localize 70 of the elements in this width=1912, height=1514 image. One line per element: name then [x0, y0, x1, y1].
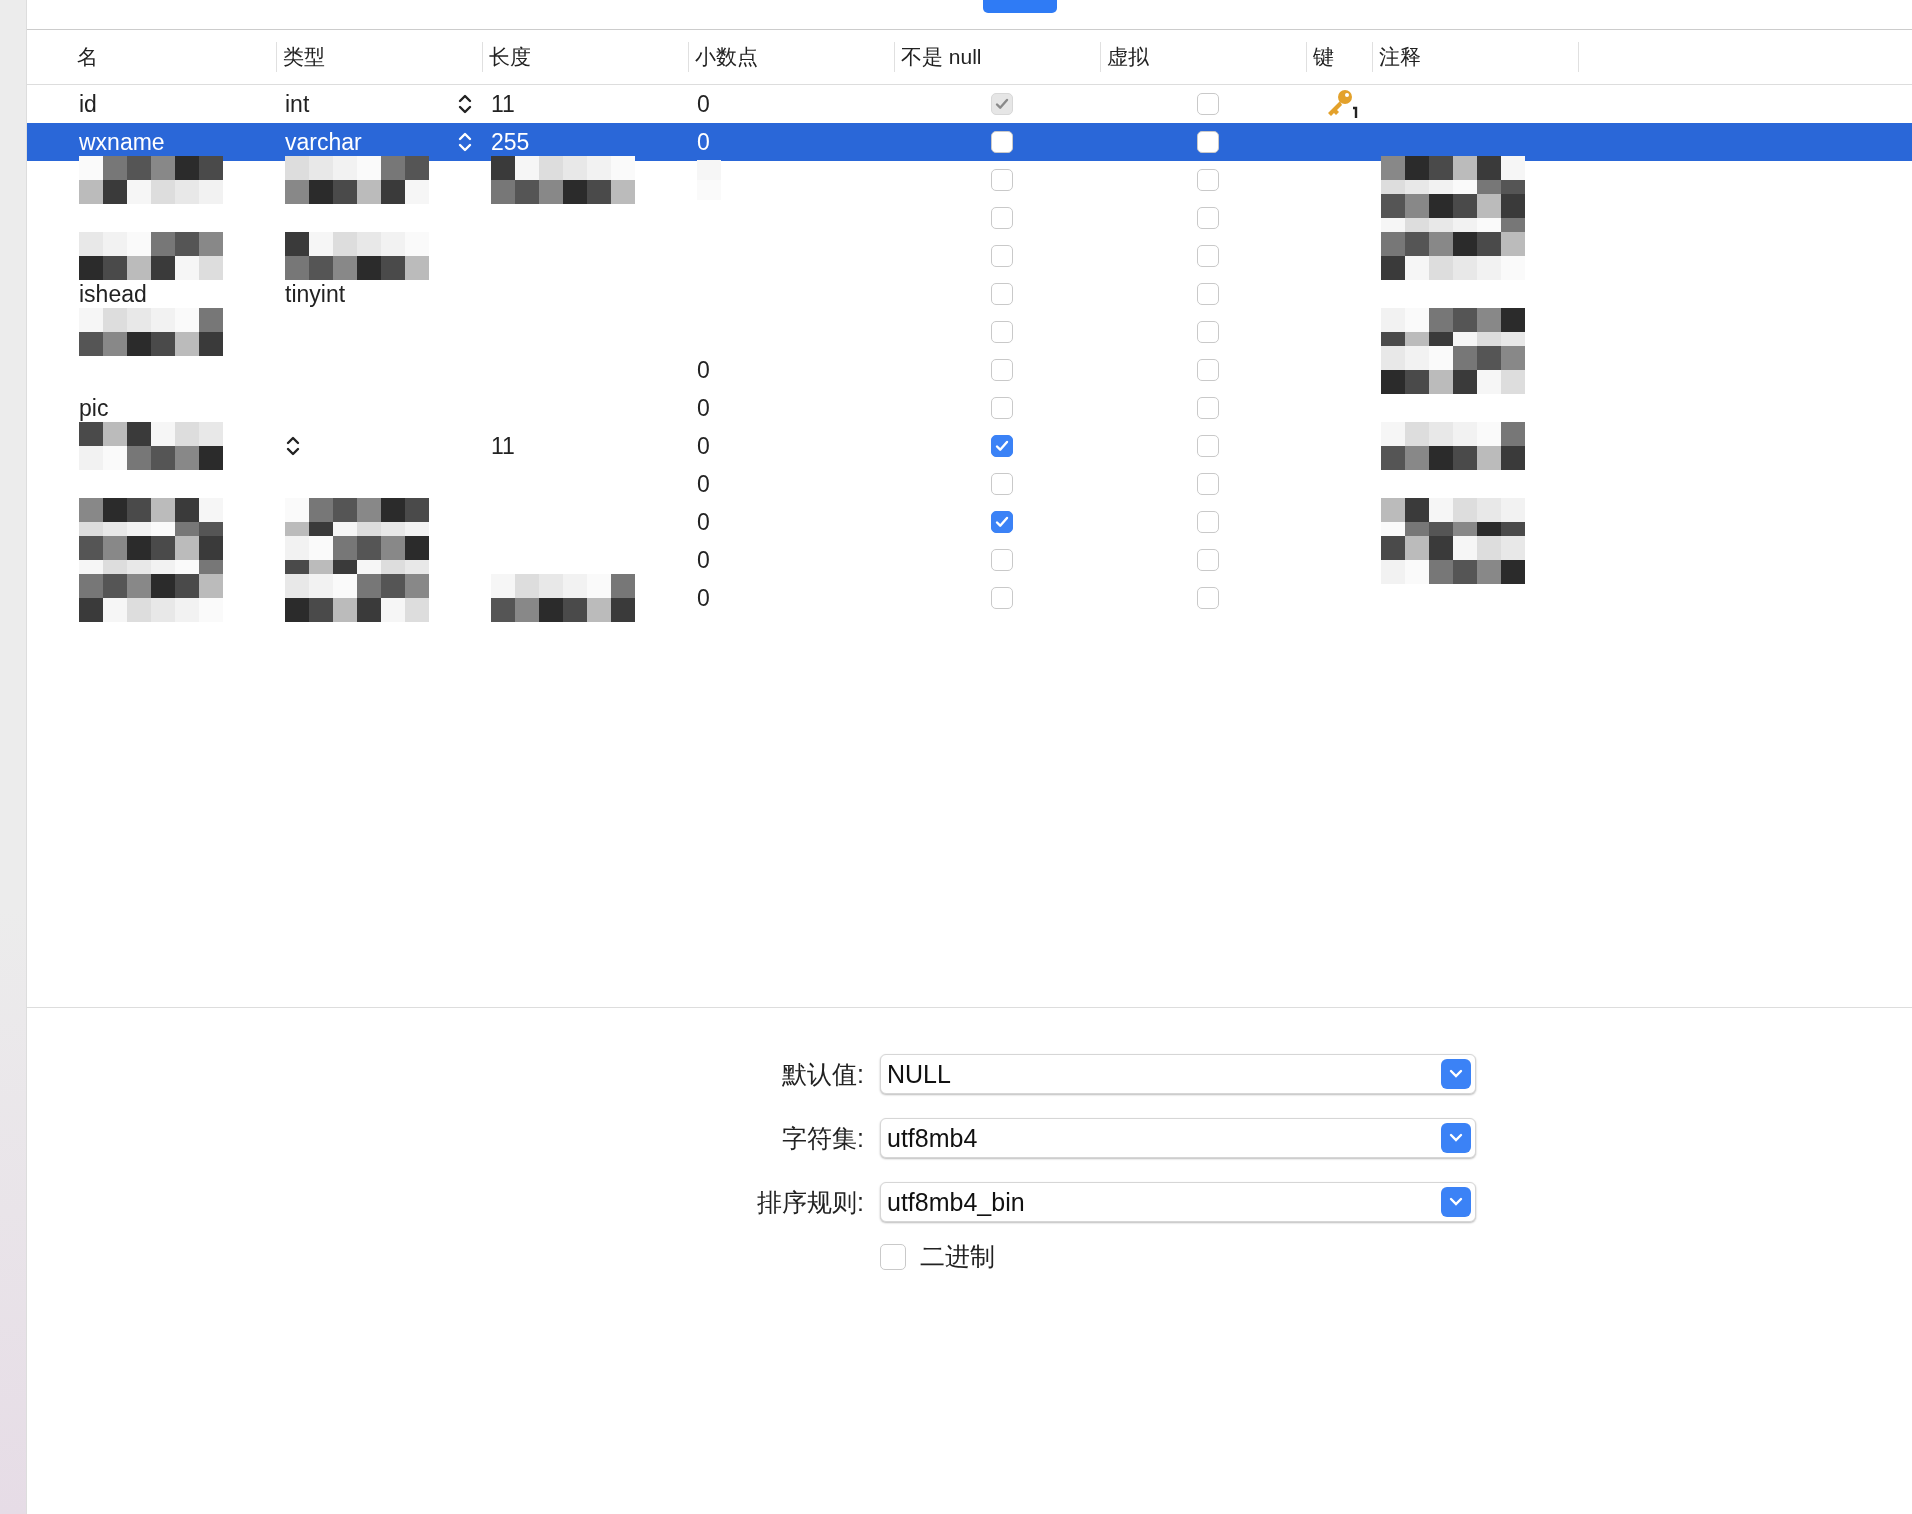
checkbox[interactable] — [1197, 587, 1219, 609]
field-name: ishead — [79, 280, 147, 308]
checkbox[interactable] — [991, 207, 1013, 229]
field-decimals: 0 — [697, 432, 710, 460]
field-type: varchar — [285, 128, 362, 156]
field-name: wxname — [79, 128, 165, 156]
checkbox[interactable] — [991, 397, 1013, 419]
field-type: int — [285, 90, 310, 118]
checkbox[interactable] — [991, 283, 1013, 305]
checkbox[interactable] — [991, 511, 1013, 533]
chevron-down-icon — [1441, 1123, 1471, 1153]
checkbox[interactable] — [1197, 169, 1219, 191]
checkbox[interactable] — [1197, 359, 1219, 381]
field-type: tinyint — [285, 280, 346, 308]
field-label: 字符集: — [781, 1122, 864, 1154]
checkbox[interactable] — [991, 473, 1013, 495]
field-length: 11 — [491, 432, 515, 460]
checkbox[interactable] — [1197, 397, 1219, 419]
column-header[interactable]: 类型 — [277, 42, 483, 72]
checkbox[interactable] — [1197, 131, 1219, 153]
checkbox[interactable] — [1197, 283, 1219, 305]
field-label: 默认值: — [781, 1058, 864, 1090]
checkbox[interactable] — [1197, 245, 1219, 267]
checkbox[interactable] — [991, 169, 1013, 191]
checkbox[interactable] — [1197, 511, 1219, 533]
checkbox[interactable] — [1197, 207, 1219, 229]
dropdown[interactable]: utf8mb4 — [880, 1118, 1476, 1158]
field-length: 255 — [491, 128, 530, 156]
field-name: id — [79, 90, 97, 118]
column-header[interactable]: 小数点 — [689, 42, 895, 72]
checkbox[interactable] — [880, 1243, 906, 1270]
column-header[interactable]: 虚拟 — [1101, 42, 1307, 72]
field-decimals: 0 — [697, 546, 710, 574]
checkbox[interactable] — [1197, 549, 1219, 571]
column-header[interactable]: 不是 null — [895, 42, 1101, 72]
checkbox[interactable] — [991, 245, 1013, 267]
checkbox[interactable] — [991, 549, 1013, 571]
chevron-down-icon — [1441, 1059, 1471, 1089]
field-label: 排序规则: — [756, 1186, 864, 1218]
chevron-down-icon — [1441, 1187, 1471, 1217]
stepper-icon[interactable] — [285, 434, 301, 458]
field-decimals: 0 — [697, 508, 710, 536]
field-decimals: 0 — [697, 584, 710, 612]
checkbox[interactable] — [1197, 321, 1219, 343]
field-decimals: 0 — [697, 394, 710, 422]
checkbox[interactable] — [1197, 435, 1219, 457]
dropdown[interactable]: utf8mb4_bin — [880, 1182, 1476, 1222]
field-length: 11 — [491, 90, 515, 118]
column-header[interactable]: 长度 — [483, 42, 689, 72]
checkmark-icon — [994, 438, 1010, 454]
checkmark-icon — [994, 514, 1010, 530]
column-header[interactable]: 注释 — [1373, 42, 1579, 72]
dropdown[interactable]: NULL — [880, 1054, 1476, 1094]
field-decimals: 0 — [697, 128, 710, 156]
checkbox[interactable] — [991, 587, 1013, 609]
field-decimals: 0 — [697, 90, 710, 118]
field-decimals: 0 — [697, 470, 710, 498]
selected-tab[interactable] — [983, 0, 1057, 13]
checkbox[interactable] — [991, 131, 1013, 153]
checkbox[interactable] — [1197, 473, 1219, 495]
column-header[interactable]: 名 — [71, 42, 277, 72]
field-name: pic — [79, 394, 109, 422]
column-header[interactable]: 键 — [1307, 42, 1373, 72]
selected-row[interactable]: wxname varchar 255 0 — [27, 123, 1912, 161]
checkbox-label: 二进制 — [920, 1241, 995, 1272]
field-decimals: 0 — [697, 356, 710, 384]
checkbox[interactable] — [991, 359, 1013, 381]
checkbox[interactable] — [991, 321, 1013, 343]
checkmark-icon — [994, 96, 1010, 112]
checkbox[interactable] — [991, 435, 1013, 457]
